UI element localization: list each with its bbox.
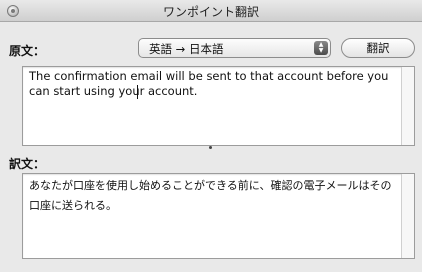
language-select[interactable]: 英語 → 日本語 ▲ ▼ [138, 38, 331, 58]
source-text: The confirmation email will be sent to t… [29, 69, 389, 98]
text-cursor [137, 85, 138, 99]
translation-window: ワンポイント翻訳 原文： 英語 → 日本語 ▲ ▼ 翻訳 The confirma… [0, 0, 422, 272]
source-scrollbar[interactable] [401, 67, 414, 145]
title-bar[interactable]: ワンポイント翻訳 [0, 0, 422, 22]
source-textarea[interactable]: The confirmation email will be sent to t… [22, 66, 415, 146]
translation-text: あなたが口座を使用し始めることができる前に、確認の電子メールはその口座に送られる… [29, 179, 392, 212]
up-down-arrows-icon: ▲ ▼ [314, 41, 328, 55]
resize-dot-icon[interactable] [209, 146, 212, 149]
translation-scrollbar[interactable] [401, 174, 414, 258]
language-select-value: 英語 → 日本語 [149, 42, 224, 56]
source-label: 原文： [9, 44, 46, 58]
window-title: ワンポイント翻訳 [162, 5, 259, 19]
translate-button[interactable]: 翻訳 [341, 38, 415, 58]
translation-textarea[interactable]: あなたが口座を使用し始めることができる前に、確認の電子メールはその口座に送られる… [22, 173, 415, 259]
translation-label: 訳文： [9, 157, 46, 171]
